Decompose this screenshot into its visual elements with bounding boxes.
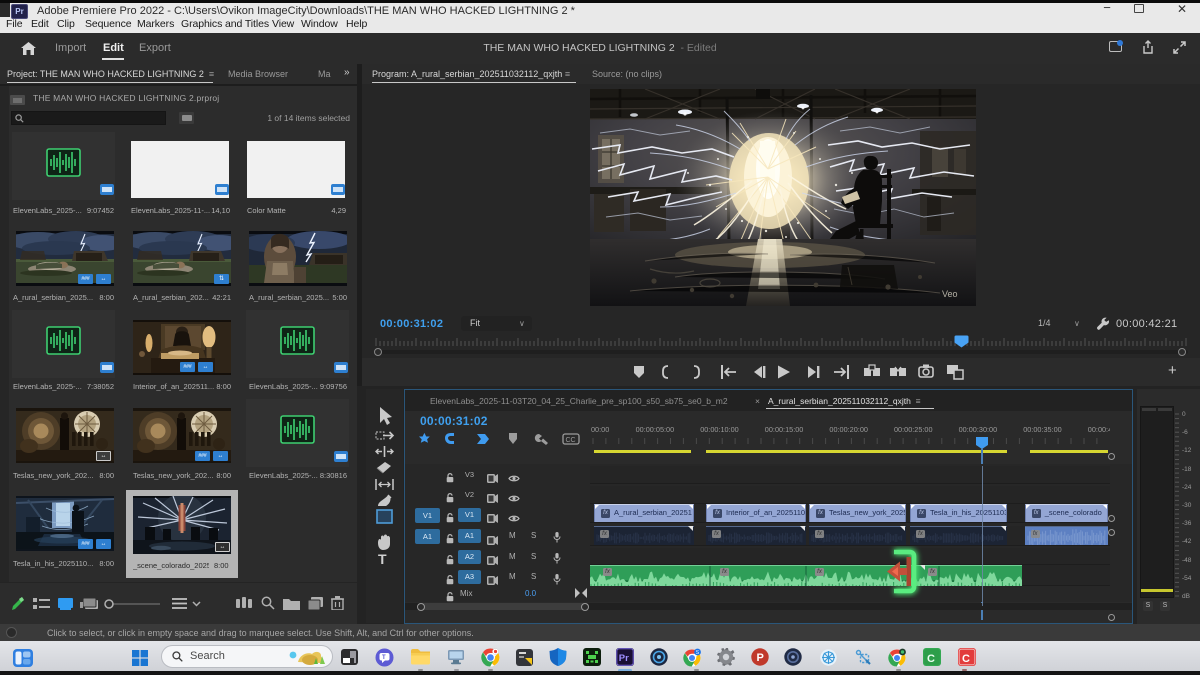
svg-text:T: T bbox=[382, 655, 386, 661]
svg-text:Veo: Veo bbox=[942, 289, 958, 299]
svg-text:-42: -42 bbox=[1182, 538, 1192, 545]
svg-text:00:00:10:00: 00:00:10:00 bbox=[700, 425, 739, 434]
svg-text:Pr: Pr bbox=[619, 653, 629, 664]
svg-text:CC: CC bbox=[566, 437, 576, 444]
svg-text:-54: -54 bbox=[1182, 575, 1192, 582]
svg-text:-6: -6 bbox=[1182, 429, 1188, 436]
svg-text:dB: dB bbox=[1182, 593, 1190, 600]
svg-text:00:00:40:: 00:00:40: bbox=[1088, 425, 1110, 434]
svg-text:P: P bbox=[757, 652, 764, 664]
svg-text:00:00:20:00: 00:00:20:00 bbox=[829, 425, 868, 434]
svg-text:-12: -12 bbox=[1182, 447, 1192, 454]
svg-text:0: 0 bbox=[1182, 411, 1186, 418]
svg-text:00:00:25:00: 00:00:25:00 bbox=[894, 425, 933, 434]
svg-text:00:00:30:00: 00:00:30:00 bbox=[959, 425, 998, 434]
svg-text:00:00:35:00: 00:00:35:00 bbox=[1023, 425, 1062, 434]
svg-text:C: C bbox=[962, 653, 970, 665]
svg-text:-30: -30 bbox=[1182, 502, 1192, 509]
svg-text:T: T bbox=[378, 551, 387, 567]
svg-text:-48: -48 bbox=[1182, 557, 1192, 564]
svg-text:-24: -24 bbox=[1182, 484, 1192, 491]
svg-text:-36: -36 bbox=[1182, 520, 1192, 527]
svg-text:C: C bbox=[927, 653, 935, 665]
svg-text:00:00: 00:00 bbox=[591, 425, 609, 434]
svg-text:00:00:15:00: 00:00:15:00 bbox=[765, 425, 804, 434]
svg-text:-18: -18 bbox=[1182, 466, 1192, 473]
svg-text:00:00:05:00: 00:00:05:00 bbox=[636, 425, 675, 434]
